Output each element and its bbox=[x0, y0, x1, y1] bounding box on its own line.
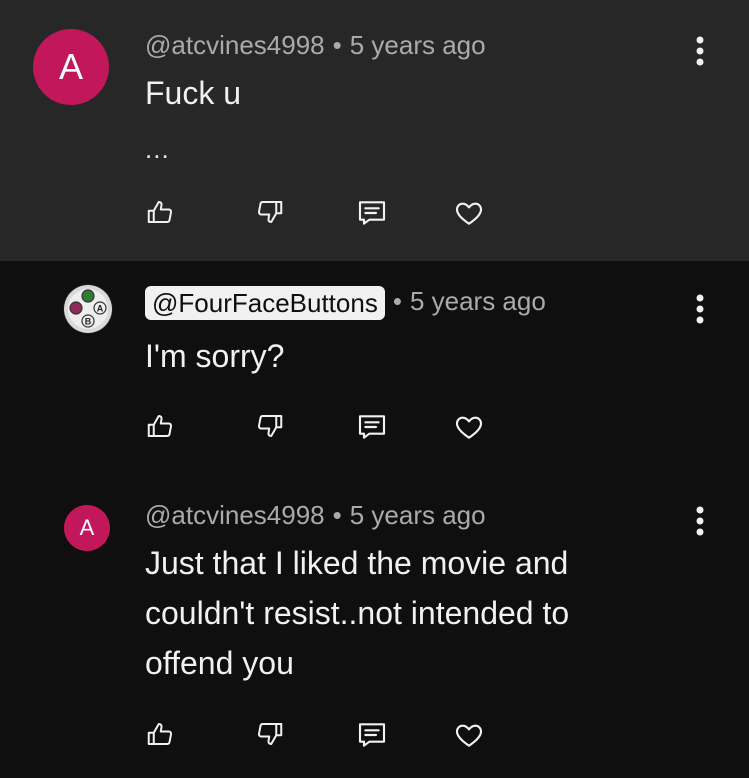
comment-meta: @FourFaceButtons • 5 years ago bbox=[145, 286, 546, 321]
avatar[interactable]: A B bbox=[63, 284, 113, 334]
author-name[interactable]: @atcvines4998 bbox=[145, 30, 325, 60]
timestamp: 5 years ago bbox=[349, 500, 486, 530]
reply-icon[interactable] bbox=[355, 196, 389, 230]
avatar[interactable]: A bbox=[33, 29, 109, 105]
separator-dot: • bbox=[392, 286, 402, 316]
thumbs-down-icon[interactable] bbox=[253, 717, 287, 751]
heart-icon[interactable] bbox=[452, 718, 486, 752]
reply-icon[interactable] bbox=[355, 718, 389, 752]
comment-text: Just that I liked the movie and couldn't… bbox=[145, 538, 569, 688]
separator-dot: • bbox=[332, 500, 342, 530]
more-options-icon[interactable] bbox=[688, 503, 712, 539]
timestamp: 5 years ago bbox=[409, 286, 546, 316]
avatar[interactable]: A bbox=[64, 505, 110, 551]
thumbs-up-icon[interactable] bbox=[143, 195, 177, 229]
timestamp: 5 years ago bbox=[349, 30, 486, 60]
button-b-label: B bbox=[85, 317, 92, 327]
author-name[interactable]: @atcvines4998 bbox=[145, 500, 325, 530]
comment-text-line: Just that I liked the movie and bbox=[145, 545, 569, 581]
button-a-label: A bbox=[97, 304, 104, 314]
thumbs-down-icon[interactable] bbox=[253, 409, 287, 443]
comment-meta: @atcvines4998 • 5 years ago bbox=[145, 500, 486, 531]
thumbs-down-icon[interactable] bbox=[253, 195, 287, 229]
creator-badge[interactable]: @FourFaceButtons bbox=[145, 286, 385, 321]
read-more-button[interactable]: ... bbox=[145, 134, 170, 165]
comment-text-line: offend you bbox=[145, 645, 294, 681]
reply-icon[interactable] bbox=[355, 410, 389, 444]
comment-text: Fuck u bbox=[145, 75, 242, 111]
more-options-icon[interactable] bbox=[688, 33, 712, 69]
heart-icon[interactable] bbox=[452, 410, 486, 444]
comment-meta: @atcvines4998 • 5 years ago bbox=[145, 30, 486, 61]
heart-icon[interactable] bbox=[452, 196, 486, 230]
controller-buttons-icon: A B bbox=[64, 285, 112, 333]
separator-dot: • bbox=[332, 30, 342, 60]
thumbs-up-icon[interactable] bbox=[143, 409, 177, 443]
thumbs-up-icon[interactable] bbox=[143, 717, 177, 751]
more-options-icon[interactable] bbox=[688, 291, 712, 327]
comment-text-line: couldn't resist..not intended to bbox=[145, 595, 570, 631]
comment-text: I'm sorry? bbox=[145, 338, 285, 374]
